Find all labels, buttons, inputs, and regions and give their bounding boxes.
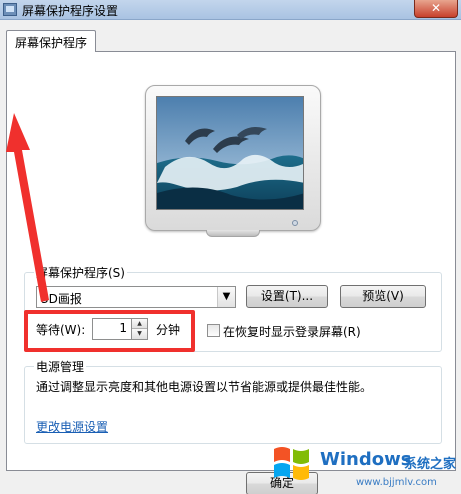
screen-preview-image (156, 96, 304, 210)
screensaver-select-value: 3D画报 (41, 292, 82, 306)
title-bar: 屏幕保护程序设置 ✕ (0, 0, 461, 20)
close-button[interactable]: ✕ (414, 0, 458, 18)
chevron-down-icon[interactable]: ▼ (217, 287, 235, 307)
annotation-highlight-box (24, 310, 195, 352)
dolphins-image (157, 97, 303, 209)
window-title: 屏幕保护程序设置 (22, 4, 119, 18)
resume-login-label[interactable]: 在恢复时显示登录屏幕(R) (223, 323, 361, 340)
monitor-power-led (292, 220, 298, 226)
resume-login-checkbox[interactable] (207, 324, 220, 337)
app-icon (3, 3, 17, 16)
preview-button[interactable]: 预览(V) (340, 285, 426, 308)
power-group-label: 电源管理 (34, 358, 87, 375)
monitor-preview (145, 85, 321, 231)
screensaver-group-label: 屏幕保护程序(S) (34, 264, 127, 281)
change-power-settings-link[interactable]: 更改电源设置 (36, 418, 108, 435)
settings-button[interactable]: 设置(T)... (246, 285, 328, 308)
tab-screensaver[interactable]: 屏幕保护程序 (6, 30, 96, 52)
watermark-url: www.bjjmlv.com (356, 477, 437, 488)
power-description: 通过调整显示亮度和其他电源设置以节省能源或提供最佳性能。 (36, 380, 373, 394)
monitor-stand (206, 230, 260, 237)
screensaver-select[interactable]: 3D画报 ▼ (36, 286, 236, 308)
ok-button[interactable]: 确定 (246, 472, 318, 494)
